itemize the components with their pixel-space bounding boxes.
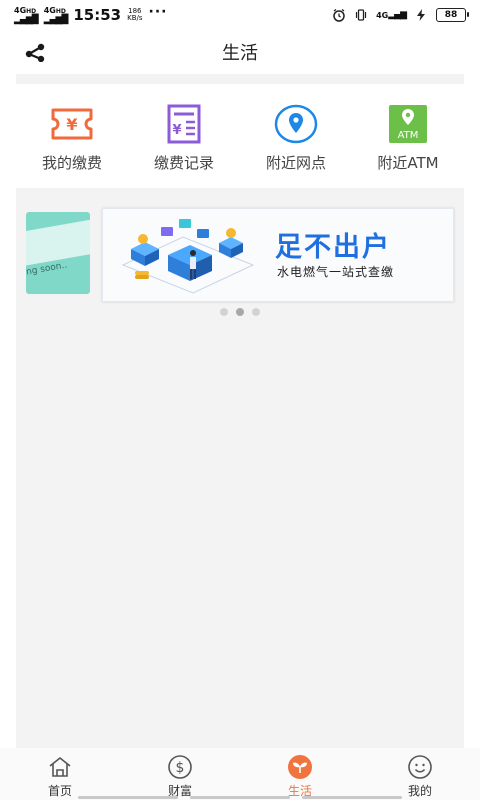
my-payment-button[interactable]: ¥ 我的缴费 [17,84,127,173]
svg-text:$: $ [176,760,185,776]
alarm-icon [332,8,346,22]
carousel-dot[interactable] [220,308,228,316]
nearby-outlets-label: 附近网点 [265,154,326,172]
vibrate-icon [354,8,368,22]
current-banner-slide[interactable]: 足不出户 水电燃气一站式查缴 [102,208,454,302]
my-payment-label: 我的缴费 [41,154,102,172]
banner-headline: 足不出户 [275,232,391,263]
location-pin-icon [272,104,320,144]
nearby-atm-button[interactable]: ATM 附近ATM [353,84,463,173]
page-title: 生活 [222,43,258,64]
battery-icon: 88 [436,8,469,22]
share-icon[interactable] [24,42,48,63]
nav-mine[interactable]: 我的 [365,748,475,799]
nearby-outlets-button[interactable]: 附近网点 [241,84,351,173]
payment-record-label: 缴费记录 [153,154,214,172]
isometric-illustration [121,219,255,294]
nav-home[interactable]: 首页 [5,748,115,799]
ticket-yen-icon: ¥ [48,104,96,144]
carousel-dot[interactable] [252,308,260,316]
nav-life[interactable]: 生活 [245,748,355,799]
atm-pin-icon: ATM [384,104,432,144]
carousel-indicator [16,308,464,316]
svg-text:¥: ¥ [172,123,181,138]
charging-icon [414,8,428,22]
bottom-navigation: 首页 $ 财富 生活 我的 [0,748,480,800]
app-header: 生活 [0,30,480,74]
nearby-atm-label: 附近ATM [377,154,439,172]
dollar-coin-icon: $ [167,754,193,780]
sprout-icon [287,754,313,780]
network-speed: 186 KB/s [127,7,143,22]
more-notifications-icon: ··· [148,4,168,20]
svg-text:ATM: ATM [398,130,419,141]
function-panel: ¥ 我的缴费 ¥ 缴费记录 附近网点 ATM 附近ATM [16,84,464,188]
carousel-dot-active[interactable] [236,308,244,316]
home-icon [47,754,73,780]
status-bar: 4GHD ▂▄▆█ 4GHD ▂▄▆█ 15:53 186 KB/s ··· 4… [0,0,480,30]
payment-record-button[interactable]: ¥ 缴费记录 [129,84,239,173]
signal-icon: 4G ▂▄▆ [376,10,407,20]
smiley-face-icon [407,754,433,780]
gesture-bar [0,796,480,800]
svg-text:¥: ¥ [66,115,77,134]
previous-banner-slide[interactable]: ng soon.. [26,212,90,294]
banner-subline: 水电燃气一站式查缴 [277,265,395,279]
network-indicator-1: 4GHD ▂▄▆█ [14,5,39,25]
network-indicator-2: 4GHD ▂▄▆█ [43,5,69,25]
nav-wealth[interactable]: $ 财富 [125,748,235,799]
clock: 15:53 [73,6,122,24]
banner-carousel[interactable]: ng soon.. 足不出户 水电燃气一站式查缴 [16,200,464,330]
bill-record-icon: ¥ [160,104,208,144]
